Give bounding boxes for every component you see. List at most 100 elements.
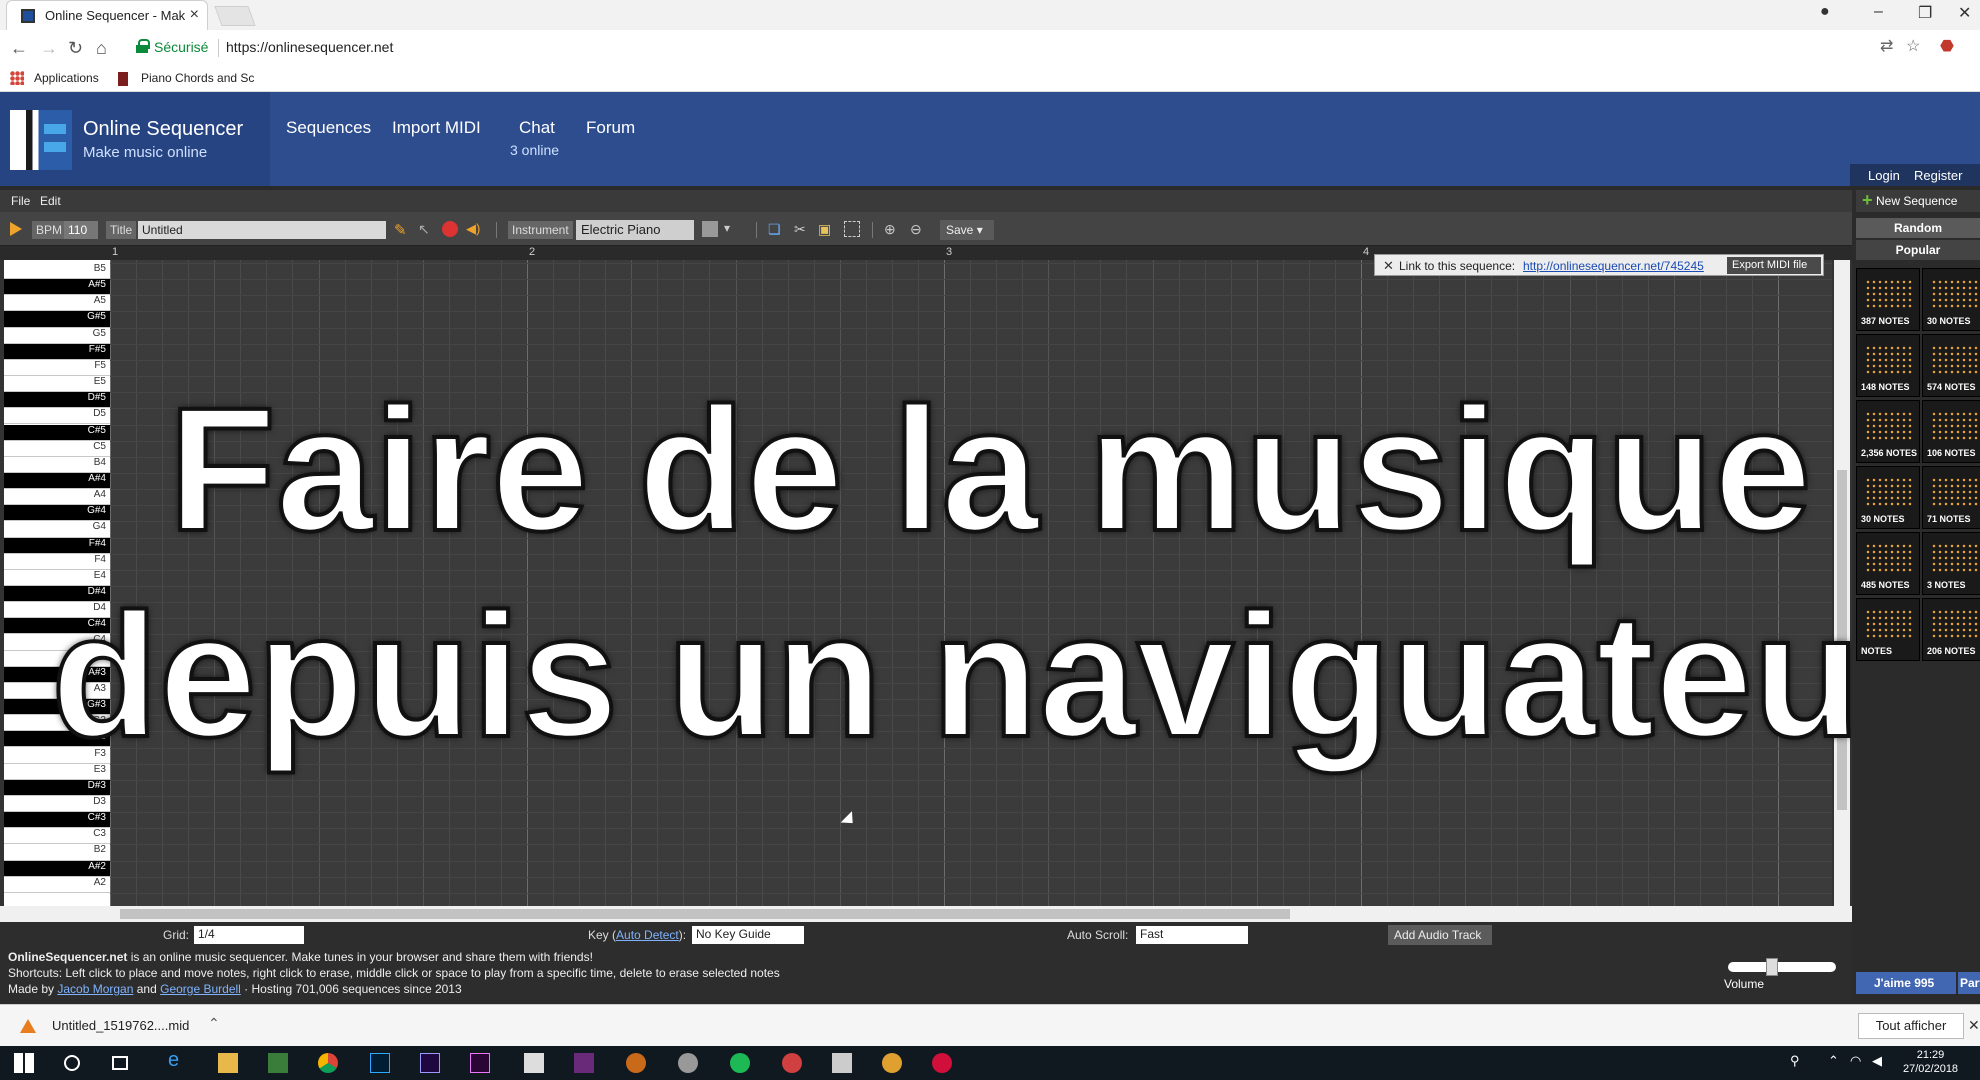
bookmark-star-icon[interactable]: ☆ <box>1906 36 1920 56</box>
instrument-settings-icon[interactable] <box>702 221 718 237</box>
sequence-link[interactable]: http://onlinesequencer.net/745245 <box>1523 259 1704 273</box>
save-button[interactable]: Save ▾ <box>940 220 994 240</box>
restore-icon[interactable]: ❐ <box>1918 3 1932 23</box>
menu-file[interactable]: File <box>11 194 30 208</box>
chevron-up-icon[interactable]: ⌃ <box>208 1015 220 1032</box>
network-icon[interactable]: ⚲ <box>1790 1053 1810 1073</box>
menu-edit[interactable]: Edit <box>40 194 61 208</box>
edge-icon[interactable]: e <box>168 1049 188 1071</box>
add-audio-track-button[interactable]: Add Audio Track <box>1388 925 1492 945</box>
bpm-input[interactable]: 110 <box>64 221 98 239</box>
select-box-icon[interactable] <box>844 221 860 237</box>
sequence-thumbnail[interactable]: 2,356 NOTES <box>1856 400 1920 463</box>
horizontal-scrollbar[interactable] <box>0 906 1852 922</box>
volume-tray-icon[interactable]: ◀ <box>1872 1053 1892 1073</box>
piano-key[interactable]: A#2 <box>4 860 110 877</box>
window-close-icon[interactable]: ✕ <box>1958 3 1971 23</box>
after-effects-icon[interactable] <box>420 1053 440 1073</box>
fl-studio-icon[interactable] <box>626 1053 646 1073</box>
random-tab[interactable]: Random <box>1856 218 1980 238</box>
sequence-thumbnail[interactable]: 206 NOTES <box>1922 598 1980 661</box>
login-link[interactable]: Login <box>1868 168 1900 183</box>
profile-icon[interactable]: ● <box>1820 3 1830 21</box>
instrument-select[interactable]: Electric Piano <box>576 220 694 240</box>
cut-icon[interactable]: ✂ <box>794 221 810 237</box>
chrome-icon[interactable] <box>318 1053 338 1073</box>
play-icon[interactable] <box>10 222 22 236</box>
author-link-2[interactable]: George Burdell <box>160 982 241 996</box>
windows-start-icon[interactable] <box>14 1053 34 1073</box>
search-icon[interactable] <box>64 1055 80 1071</box>
mail-icon[interactable] <box>832 1053 852 1073</box>
download-filename[interactable]: Untitled_1519762....mid <box>52 1018 189 1033</box>
piano-key[interactable]: B5 <box>4 263 110 280</box>
download-bar-close-icon[interactable]: ✕ <box>1968 1017 1980 1034</box>
nav-import-midi[interactable]: Import MIDI <box>392 118 481 138</box>
file-explorer-icon[interactable] <box>218 1053 238 1073</box>
wifi-icon[interactable]: ◠ <box>1850 1053 1870 1073</box>
piano-key[interactable]: G#5 <box>4 311 110 328</box>
pencil-icon[interactable]: ✎ <box>394 221 410 239</box>
task-view-icon[interactable] <box>112 1056 128 1070</box>
piano-key[interactable]: F5 <box>4 359 110 377</box>
copy-icon[interactable]: ❏ <box>768 221 784 237</box>
zoom-in-icon[interactable]: ⊕ <box>884 221 900 237</box>
sequence-thumbnail[interactable]: 148 NOTES <box>1856 334 1920 397</box>
piano-key[interactable]: A#5 <box>4 279 110 296</box>
export-midi-button[interactable]: Export MIDI file <box>1727 257 1821 274</box>
nav-forum[interactable]: Forum <box>586 118 635 138</box>
piano-key[interactable]: D3 <box>4 795 110 813</box>
minimize-icon[interactable]: – <box>1874 3 1883 21</box>
volume-slider[interactable] <box>1728 958 1836 976</box>
store-icon[interactable] <box>268 1053 288 1073</box>
register-link[interactable]: Register <box>1914 168 1962 183</box>
grid-select[interactable]: 1/4 <box>194 926 304 944</box>
popular-tab[interactable]: Popular <box>1856 240 1980 260</box>
new-tab-button[interactable] <box>214 6 256 26</box>
sequence-thumbnail[interactable]: 485 NOTES <box>1856 532 1920 595</box>
title-input[interactable]: Untitled <box>138 221 386 239</box>
piano-key[interactable]: F#5 <box>4 343 110 360</box>
tray-chevron-icon[interactable]: ⌃ <box>1828 1053 1848 1073</box>
apps-grid-icon[interactable] <box>10 71 24 85</box>
reload-icon[interactable]: ↻ <box>68 38 83 59</box>
speaker-icon[interactable]: ◀) <box>466 221 482 237</box>
nav-chat[interactable]: Chat <box>519 118 555 138</box>
bookmark-applications[interactable]: Applications <box>34 71 99 85</box>
piano-key[interactable]: D#3 <box>4 779 110 796</box>
sequence-thumbnail[interactable]: 30 NOTES <box>1922 268 1980 331</box>
photoshop-icon[interactable] <box>370 1053 390 1073</box>
nav-sequences[interactable]: Sequences <box>286 118 371 138</box>
home-icon[interactable]: ⌂ <box>96 38 107 59</box>
show-all-downloads-button[interactable]: Tout afficher <box>1858 1013 1964 1039</box>
sequence-thumbnail[interactable]: 30 NOTES <box>1856 466 1920 529</box>
select-arrow-icon[interactable]: ↖ <box>418 221 434 237</box>
horizontal-scroll-thumb[interactable] <box>120 909 1290 919</box>
site-logo[interactable]: Online Sequencer Make music online <box>0 92 270 186</box>
back-icon[interactable]: ← <box>10 38 28 59</box>
app-icon-steam[interactable] <box>678 1053 698 1073</box>
key-select[interactable]: No Key Guide <box>692 926 804 944</box>
piano-key[interactable]: C#3 <box>4 812 110 829</box>
facebook-like-button[interactable]: J'aime 995 <box>1856 972 1956 994</box>
piano-key[interactable]: G5 <box>4 327 110 344</box>
tab-close-icon[interactable]: × <box>190 6 199 24</box>
app-icon-record[interactable] <box>932 1053 952 1073</box>
volume-thumb[interactable] <box>1766 958 1779 976</box>
translate-icon[interactable]: ⇄ <box>1880 36 1893 56</box>
paste-icon[interactable]: ▣ <box>818 221 834 237</box>
url-input[interactable]: Sécurisé https://onlinesequencer.net <box>128 35 1898 61</box>
sequence-thumbnail[interactable]: 574 NOTES <box>1922 334 1980 397</box>
auto-scroll-select[interactable]: Fast <box>1136 926 1248 944</box>
sequence-thumbnail[interactable]: 106 NOTES <box>1922 400 1980 463</box>
popup-close-icon[interactable]: ✕ <box>1383 258 1394 274</box>
sequence-thumbnail[interactable]: NOTES <box>1856 598 1920 661</box>
new-sequence-button[interactable]: New Sequence <box>1856 190 1980 212</box>
facebook-share-button[interactable]: Part <box>1958 972 1980 994</box>
record-icon[interactable] <box>442 221 458 237</box>
auto-detect-link[interactable]: Auto Detect <box>616 928 679 942</box>
chevron-down-icon[interactable]: ▾ <box>724 221 740 237</box>
app-icon-red[interactable] <box>782 1053 802 1073</box>
forward-icon[interactable]: → <box>40 38 58 59</box>
bookmark-piano-chords[interactable]: Piano Chords and Sc <box>141 71 254 85</box>
